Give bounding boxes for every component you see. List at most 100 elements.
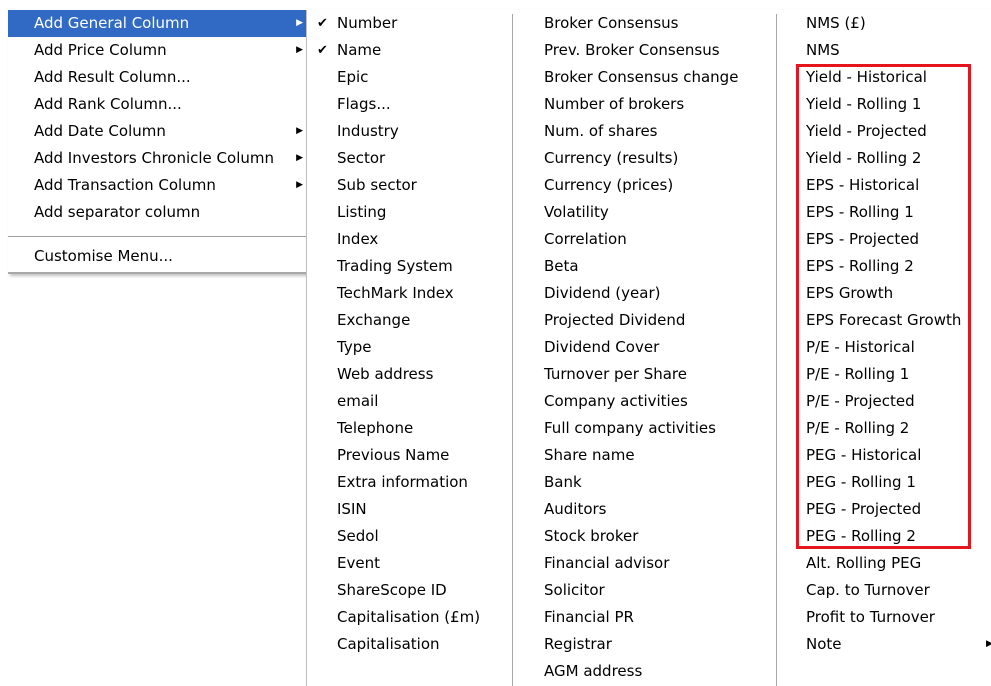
submenu-item-type[interactable]: Type [337,334,480,361]
submenu-item-label: Number [337,14,398,32]
submenu-arrow-icon: ▶ [296,180,303,190]
submenu-item-label: Prev. Broker Consensus [544,41,720,59]
submenu-item-label: Share name [544,446,635,464]
submenu-item-industry[interactable]: Industry [337,118,480,145]
submenu-item-dividend-year[interactable]: Dividend (year) [544,280,738,307]
submenu-item-turnover-per-share[interactable]: Turnover per Share [544,361,738,388]
submenu-item-label: Dividend Cover [544,338,660,356]
submenu-item-label: Solicitor [544,581,605,599]
submenu-item-projected-dividend[interactable]: Projected Dividend [544,307,738,334]
submenu-item-label: Telephone [337,419,414,437]
submenu-item-previous-name[interactable]: Previous Name [337,442,480,469]
submenu-item-prev-broker-consensus[interactable]: Prev. Broker Consensus [544,37,738,64]
submenu-item-number-of-brokers[interactable]: Number of brokers [544,91,738,118]
submenu-arrow-icon: ▶ [296,18,303,28]
submenu-item-financial-pr[interactable]: Financial PR [544,604,738,631]
submenu-item-label: Cap. to Turnover [806,581,930,599]
submenu-item-alt-rolling-peg[interactable]: Alt. Rolling PEG [806,550,961,577]
submenu-item-label: Financial PR [544,608,634,626]
submenu-item-sub-sector[interactable]: Sub sector [337,172,480,199]
menu-item-customise-menu[interactable]: Customise Menu... [8,243,306,270]
submenu-item-currency-prices[interactable]: Currency (prices) [544,172,738,199]
submenu-item-nms[interactable]: NMS [806,37,961,64]
submenu-item-label: Name [337,41,382,59]
submenu-item-volatility[interactable]: Volatility [544,199,738,226]
submenu-item-label: Broker Consensus [544,14,679,32]
menu-item-label: Add General Column [34,14,190,32]
submenu-arrow-icon: ▶ [296,153,303,163]
submenu-item-company-activities[interactable]: Company activities [544,388,738,415]
menu-item-add-general-column[interactable]: Add General Column ▶ [8,10,306,37]
submenu-item-event[interactable]: Event [337,550,480,577]
submenu-item-isin[interactable]: ISIN [337,496,480,523]
submenu-item-trading-system[interactable]: Trading System [337,253,480,280]
menu-item-add-separator-column[interactable]: Add separator column [8,199,306,226]
submenu-item-broker-consensus-change[interactable]: Broker Consensus change [544,64,738,91]
menu-item-add-transaction-column[interactable]: Add Transaction Column ▶ [8,172,306,199]
submenu-item-full-company-activities[interactable]: Full company activities [544,415,738,442]
submenu-item-beta[interactable]: Beta [544,253,738,280]
submenu-item-num-of-shares[interactable]: Num. of shares [544,118,738,145]
submenu-item-share-name[interactable]: Share name [544,442,738,469]
submenu-item-extra-information[interactable]: Extra information [337,469,480,496]
submenu-item-exchange[interactable]: Exchange [337,307,480,334]
submenu-item-label: Previous Name [337,446,450,464]
menu-item-add-date-column[interactable]: Add Date Column ▶ [8,118,306,145]
submenu-item-label: Auditors [544,500,607,518]
submenu-item-label: Exchange [337,311,411,329]
menu-item-add-price-column[interactable]: Add Price Column ▶ [8,37,306,64]
submenu-item-name[interactable]: ✔ Name [317,37,480,64]
submenu-item-telephone[interactable]: Telephone [337,415,480,442]
submenu-item-label: Capitalisation (£m) [337,608,481,626]
submenu-item-financial-advisor[interactable]: Financial advisor [544,550,738,577]
submenu-item-sharescope-id[interactable]: ShareScope ID [337,577,480,604]
submenu-item-index[interactable]: Index [337,226,480,253]
submenu-item-dividend-cover[interactable]: Dividend Cover [544,334,738,361]
submenu-item-nms[interactable]: NMS (£) [806,10,961,37]
submenu-item-label: Financial advisor [544,554,670,572]
submenu-item-label: Volatility [544,203,609,221]
menu-item-label: Add Date Column [34,122,166,140]
submenu-item-email[interactable]: email [337,388,480,415]
submenu-item-flags[interactable]: Flags... [337,91,480,118]
submenu-item-techmark-index[interactable]: TechMark Index [337,280,480,307]
submenu-item-correlation[interactable]: Correlation [544,226,738,253]
submenu-item-label: Currency (results) [544,149,679,167]
submenu-item-listing[interactable]: Listing [337,199,480,226]
menu-item-add-rank-column[interactable]: Add Rank Column... [8,91,306,118]
submenu-item-broker-consensus[interactable]: Broker Consensus [544,10,738,37]
submenu-item-registrar[interactable]: Registrar [544,631,738,658]
menu-item-add-result-column[interactable]: Add Result Column... [8,64,306,91]
submenu-item-label: ShareScope ID [337,581,447,599]
submenu-item-auditors[interactable]: Auditors [544,496,738,523]
submenu-item-label: Sedol [337,527,379,545]
submenu-item-number[interactable]: ✔ Number [317,10,480,37]
submenu-item-sector[interactable]: Sector [337,145,480,172]
submenu-item-label: Type [337,338,372,356]
submenu-item-label: Alt. Rolling PEG [806,554,922,572]
submenu-item-capitalisation-m[interactable]: Capitalisation (£m) [337,604,480,631]
submenu-item-stock-broker[interactable]: Stock broker [544,523,738,550]
submenu-arrow-icon: ▶ [986,639,991,649]
submenu-arrow-icon: ▶ [296,45,303,55]
submenu-item-label: Num. of shares [544,122,658,140]
menu-separator [8,236,306,237]
submenu-item-solicitor[interactable]: Solicitor [544,577,738,604]
submenu-item-note[interactable]: Note ▶ [806,631,991,658]
submenu-item-currency-results[interactable]: Currency (results) [544,145,738,172]
context-menu: Add General Column ▶ Add Price Column ▶ Add … [8,10,307,274]
submenu-item-profit-to-turnover[interactable]: Profit to Turnover [806,604,961,631]
submenu-item-agm-address[interactable]: AGM address [544,658,738,685]
submenu-item-label: Note [806,635,842,653]
submenu-item-bank[interactable]: Bank [544,469,738,496]
submenu-item-sedol[interactable]: Sedol [337,523,480,550]
submenu-item-cap-to-turnover[interactable]: Cap. to Turnover [806,577,961,604]
submenu-item-label: Beta [544,257,579,275]
submenu-item-web-address[interactable]: Web address [337,361,480,388]
submenu-item-capitalisation[interactable]: Capitalisation [337,631,480,658]
submenu-item-label: Capitalisation [337,635,440,653]
menu-item-label: Add Investors Chronicle Column [34,149,274,167]
submenu-item-label: Registrar [544,635,612,653]
menu-item-add-investors-chronicle-column[interactable]: Add Investors Chronicle Column ▶ [8,145,306,172]
submenu-item-epic[interactable]: Epic [337,64,480,91]
